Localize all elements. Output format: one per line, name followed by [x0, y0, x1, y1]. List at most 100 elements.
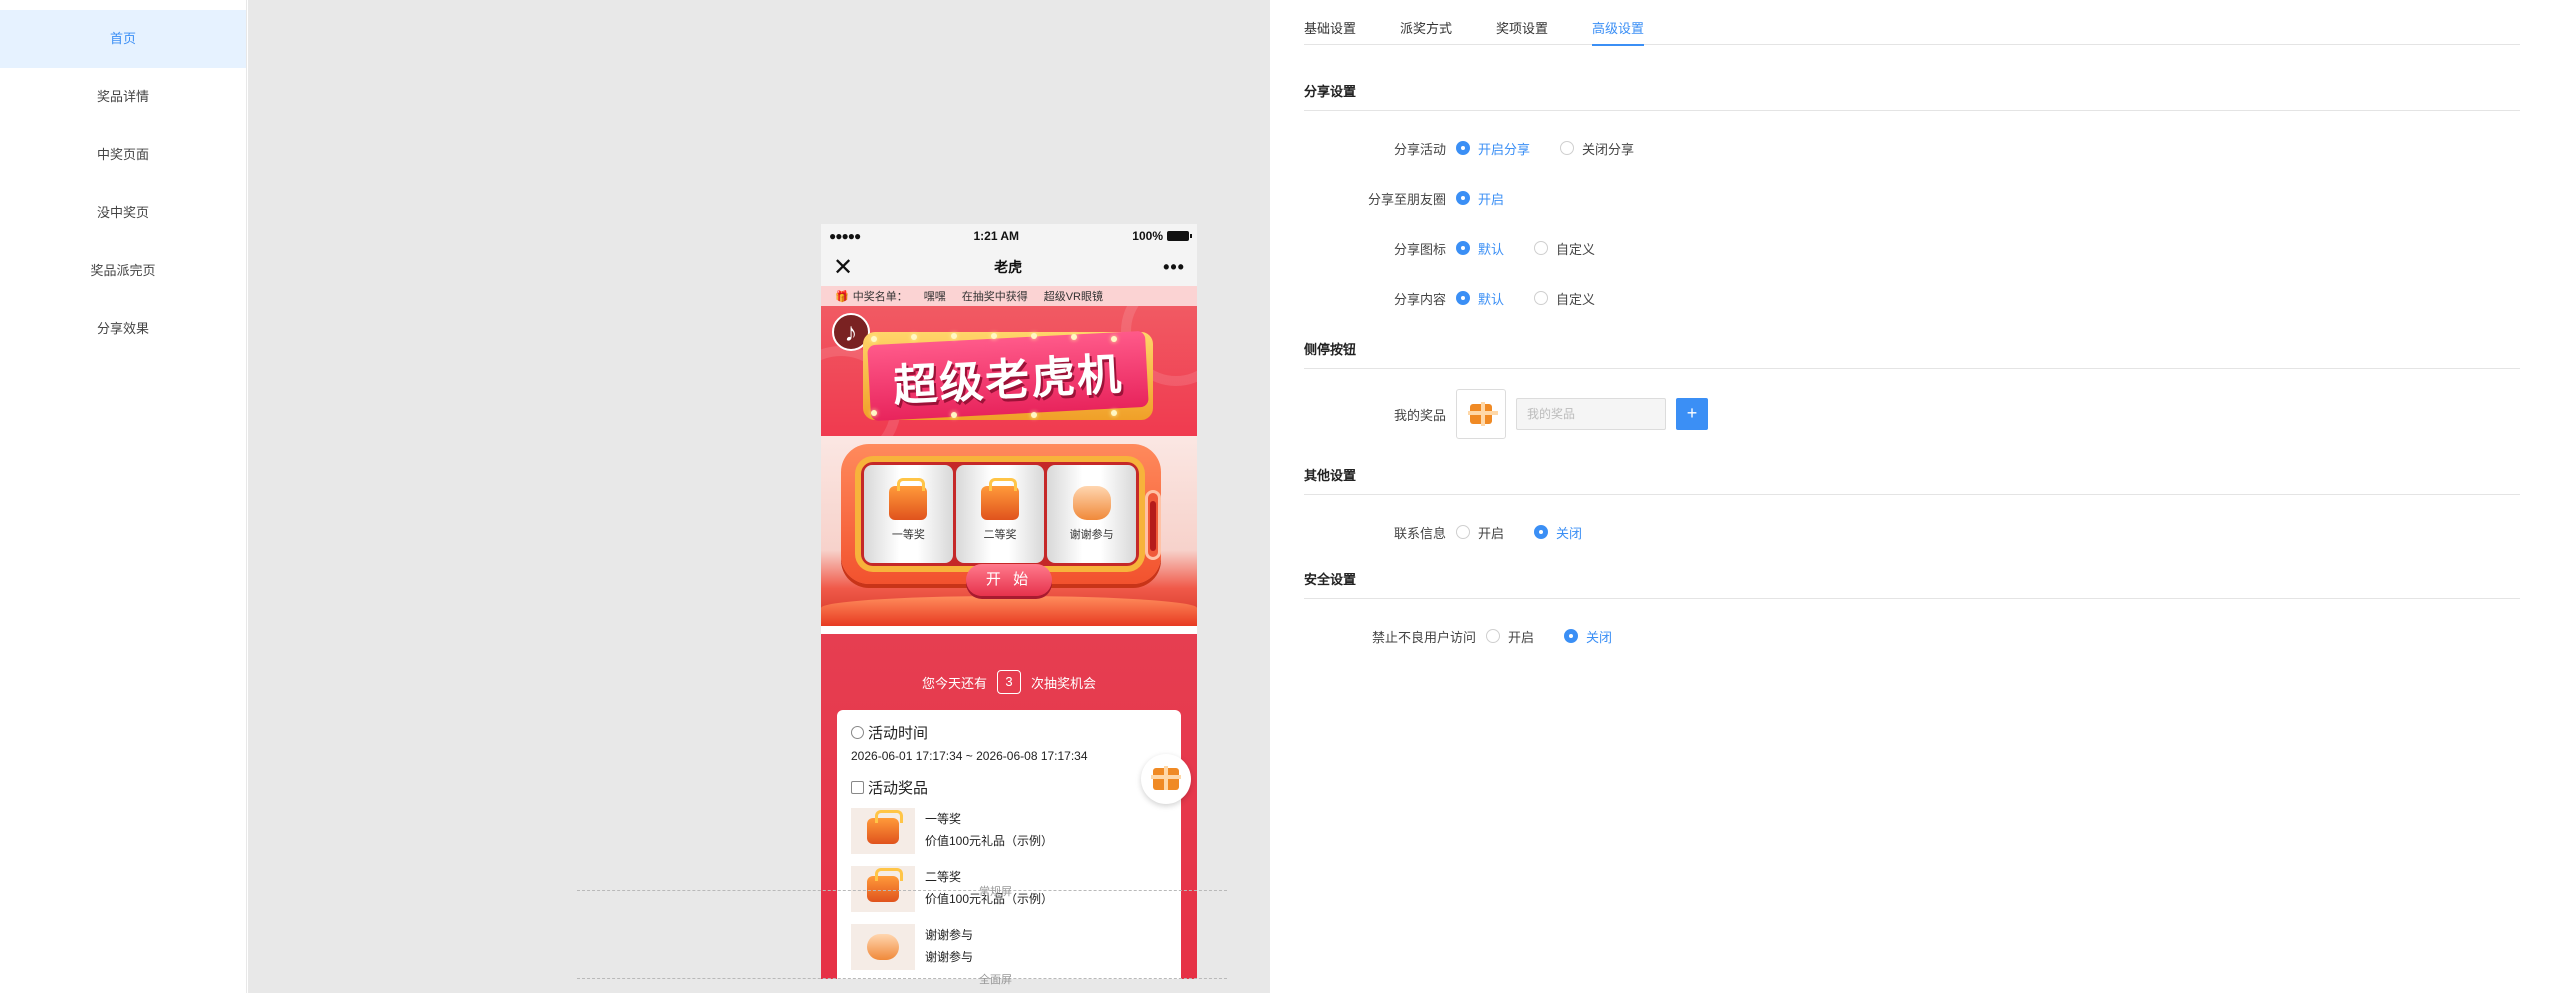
radio-dot [1564, 629, 1579, 643]
my-prize-label: 我的奖品 [1393, 407, 1446, 423]
battery-percent: 100% [1132, 229, 1163, 243]
radio-dot [1456, 291, 1470, 305]
tab-dispatch[interactable]: 派奖方式 [1400, 0, 1452, 45]
settings-panel: 基础设置 派奖方式 奖项设置 高级设置 分享设置 分享活动 开启分享 关闭分享 … [1271, 0, 2552, 993]
row-share-moments: 分享至朋友圈 开启 [1304, 173, 2552, 223]
share-content-label: 分享内容 [1393, 291, 1446, 307]
signal-icon: ●●●●● [829, 229, 861, 243]
light-bulb [1031, 412, 1037, 418]
light-bulb [951, 333, 957, 339]
sidebar-item-share-effect[interactable]: 分享效果 [0, 300, 246, 358]
row-contact: 联系信息 开启 关闭 [1304, 507, 2552, 557]
light-bulb [1111, 336, 1117, 342]
share-content-custom-radio[interactable]: 自定义 [1534, 289, 1595, 308]
sidebar-item-sold-out-page[interactable]: 奖品派完页 [0, 242, 246, 300]
status-time: 1:21 AM [973, 229, 1020, 243]
share-activity-off-radio[interactable]: 关闭分享 [1560, 139, 1634, 158]
share-activity-label: 分享活动 [1393, 141, 1446, 157]
close-icon[interactable]: ✕ [833, 253, 853, 282]
light-bulb [871, 336, 877, 342]
section-side-button: 侧停按钮 [1304, 339, 2520, 369]
prize-text: 一等奖 价值100元礼品（示例） [925, 808, 1053, 856]
radio-label: 开启分享 [1478, 141, 1531, 157]
block-users-off-radio[interactable]: 关闭 [1564, 627, 1612, 646]
reel-label: 谢谢参与 [1069, 529, 1114, 541]
gift-icon [1151, 766, 1181, 790]
tab-advanced[interactable]: 高级设置 [1592, 0, 1645, 46]
radio-label: 自定义 [1556, 291, 1596, 307]
tab-basic[interactable]: 基础设置 [1304, 0, 1356, 45]
banner-title-frame: 超级老虎机 [863, 330, 1153, 422]
more-icon[interactable]: ••• [1163, 257, 1185, 278]
reel-label: 二等奖 [983, 529, 1017, 541]
share-moments-label: 分享至朋友圈 [1367, 191, 1446, 207]
ticker-head: 🎁 中奖名单： [835, 288, 908, 304]
start-button[interactable]: 开 始 [966, 564, 1052, 596]
my-prize-icon-upload[interactable] [1456, 389, 1506, 439]
activity-time-title: 活动时间 [851, 722, 1167, 743]
radio-label: 自定义 [1556, 241, 1596, 257]
chance-prefix: 您今天还有 [921, 675, 987, 691]
gift-outline-icon [851, 781, 864, 794]
prize-thumbnail [851, 808, 915, 854]
light-bulb [951, 412, 957, 418]
banner-title: 超级老虎机 [867, 330, 1149, 422]
prize-desc: 谢谢参与 [925, 950, 974, 964]
gift-box-icon [867, 868, 903, 902]
light-bulb [991, 333, 997, 339]
block-users-on-radio[interactable]: 开启 [1486, 627, 1534, 646]
reel-label: 一等奖 [891, 529, 925, 541]
radio-dot [1534, 241, 1549, 255]
slot-reel: 二等奖 [955, 465, 1045, 563]
share-content-default-radio[interactable]: 默认 [1456, 289, 1504, 308]
banner: ♪ 超级老虎机 [821, 306, 1197, 436]
slot-machine-window: 一等奖 二等奖 谢谢参与 [855, 456, 1145, 572]
slot-reels: 一等奖 二等奖 谢谢参与 [861, 462, 1139, 566]
gift-icon [1468, 402, 1498, 426]
sidebar-item-lose-page[interactable]: 没中奖页 [0, 184, 246, 242]
share-moments-on-radio[interactable]: 开启 [1456, 189, 1504, 208]
prize-name: 一等奖 [925, 812, 962, 826]
add-button[interactable]: + [1676, 398, 1708, 430]
full-screen-guide [577, 978, 1227, 979]
row-share-content: 分享内容 默认 自定义 [1304, 273, 2552, 323]
sidebar-item-home[interactable]: 首页 [0, 10, 246, 68]
normal-screen-guide [577, 890, 1227, 891]
chance-text: 您今天还有 3 次抽奖机会 [821, 670, 1197, 694]
share-activity-on-radio[interactable]: 开启分享 [1456, 139, 1530, 158]
prize-thumbnail [851, 924, 915, 970]
normal-screen-label: 常规屏 [979, 886, 1012, 898]
prize-thumbnail [851, 866, 915, 912]
slot-machine-area: 一等奖 二等奖 谢谢参与 开 始 [821, 436, 1197, 626]
radio-dot [1456, 141, 1470, 155]
light-bulb [871, 410, 877, 416]
activity-time-value: 2026-06-01 17:17:34 ~ 2026-06-08 17:17:3… [851, 749, 1088, 763]
my-prize-float-button[interactable] [1141, 754, 1191, 804]
activity-info-card: 活动时间 2026-06-01 17:17:34 ~ 2026-06-08 17… [837, 710, 1181, 979]
row-share-icon: 分享图标 默认 自定义 [1304, 223, 2552, 273]
thanks-drum-icon [867, 934, 899, 960]
radio-label: 关闭分享 [1582, 141, 1635, 157]
my-prize-text-input[interactable] [1516, 398, 1666, 430]
sidebar-item-win-page[interactable]: 中奖页面 [0, 126, 246, 184]
sidebar-item-prize-detail[interactable]: 奖品详情 [0, 68, 246, 126]
prize-text: 谢谢参与 谢谢参与 [925, 924, 973, 972]
radio-dot [1456, 241, 1470, 255]
row-block-users: 禁止不良用户访问 开启 关闭 [1304, 611, 2552, 661]
full-screen-label: 全面屏 [979, 974, 1012, 986]
tab-prizes[interactable]: 奖项设置 [1496, 0, 1548, 45]
radio-label: 开启 [1478, 191, 1505, 207]
phone-preview: ●●●●● 1:21 AM 100% ✕ 老虎 ••• 🎁 中奖名单： 嘿嘿 在… [821, 224, 1197, 979]
light-bulb [1111, 410, 1117, 416]
activity-prizes-label: 活动奖品 [868, 780, 929, 797]
share-icon-default-radio[interactable]: 默认 [1456, 239, 1504, 258]
gift-box-icon [981, 478, 1019, 520]
slot-lever[interactable] [1145, 490, 1161, 560]
contact-off-radio[interactable]: 关闭 [1534, 523, 1582, 542]
contact-on-radio[interactable]: 开启 [1456, 523, 1504, 542]
share-icon-custom-radio[interactable]: 自定义 [1534, 239, 1595, 258]
radio-dot [1534, 291, 1549, 305]
ticker-action: 在抽奖中获得 [961, 291, 1028, 303]
chance-suffix: 次抽奖机会 [1031, 675, 1097, 691]
status-bar: ●●●●● 1:21 AM 100% [821, 224, 1197, 248]
